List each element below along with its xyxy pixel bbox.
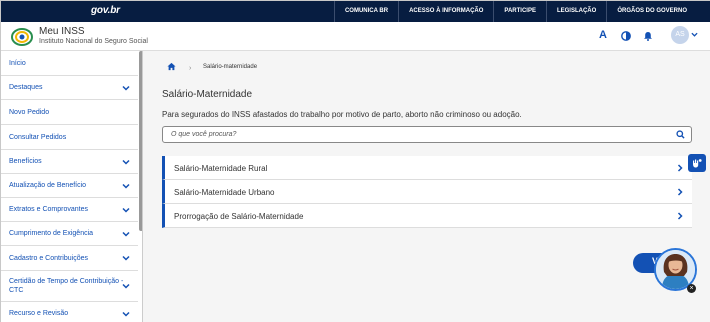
chevron-down-icon [122,207,130,213]
site-header: Meu INSS Instituto Nacional do Seguro So… [1,22,710,51]
gov-links: COMUNICA BR ACESSO À INFORMAÇÃO PARTICIP… [333,1,697,22]
contrast-icon[interactable] [621,31,631,41]
sidebar-item-beneficios[interactable]: Benefícios [1,150,138,174]
sidebar-item-label: Benefícios [9,158,42,165]
sidebar-item-label: Início [9,59,26,67]
govbr-logo[interactable]: gov.br [91,5,120,16]
search-placeholder: O que você procura? [171,131,237,138]
close-icon[interactable]: × [687,284,696,293]
gov-bar: gov.br COMUNICA BR ACESSO À INFORMAÇÃO P… [1,1,710,22]
search-icon[interactable] [676,130,685,139]
sidebar-item-extratos[interactable]: Extratos e Comprovantes [1,198,138,222]
chevron-down-icon [122,311,130,317]
inss-logo-icon[interactable] [11,28,33,46]
sidebar-item-label: Extratos e Comprovantes [9,206,88,213]
avatar[interactable]: AS [671,26,689,44]
app-subtitle: Instituto Nacional do Seguro Social [39,38,148,45]
page-title: Salário-Maternidade [162,89,253,100]
gov-link-acesso[interactable]: ACESSO À INFORMAÇÃO [398,1,493,22]
sidebar-item-cadastro[interactable]: Cadastro e Contribuições [1,246,138,271]
sidebar-item-label: Certidão de Tempo de Contribuição - CTC [9,278,124,294]
option-label: Prorrogação de Salário-Maternidade [174,212,304,221]
sidebar-item-label: Novo Pedido [9,108,50,116]
bell-icon[interactable] [643,31,653,41]
option-label: Salário-Maternidade Rural [174,164,268,173]
chevron-down-icon [122,85,130,91]
gov-link-comunica[interactable]: COMUNICA BR [333,1,398,22]
sidebar-item-label: Cadastro e Contribuições [9,254,88,262]
sidebar-item-exigencia[interactable]: Cumprimento de Exigência [1,222,138,246]
font-size-icon[interactable]: A [599,29,607,41]
sidebar-item-label: Cumprimento de Exigência [9,230,94,237]
sidebar-item-inicio[interactable]: Início [1,51,138,76]
gov-link-orgaos[interactable]: ÓRGÃOS DO GOVERNO [606,1,697,22]
chevron-right-icon [677,164,683,172]
chevron-down-icon [122,231,130,237]
breadcrumb-current: Salário-maternidade [203,64,258,70]
main-content: › Salário-maternidade Salário-Maternidad… [143,51,710,322]
assistant-portrait-icon [656,250,695,289]
page-description: Para segurados do INSS afastados do trab… [162,110,522,119]
breadcrumb-separator-icon: › [189,65,192,72]
chevron-down-icon[interactable] [691,31,698,38]
sign-language-button[interactable] [688,154,706,172]
gov-link-participe[interactable]: PARTICIPE [493,1,546,22]
chevron-down-icon [122,255,130,261]
option-label: Salário-Maternidade Urbano [174,188,275,197]
chevron-down-icon [122,283,130,289]
sidebar-item-recurso[interactable]: Recurso e Revisão [1,302,138,322]
option-prorrogacao[interactable]: Prorrogação de Salário-Maternidade [162,204,692,228]
sidebar-item-atualizacao[interactable]: Atualização de Benefício [1,174,138,198]
search-input[interactable]: O que você procura? [162,126,692,143]
hands-icon [693,159,702,168]
sidebar-item-label: Recurso e Revisão [9,310,69,317]
sidebar-item-novo-pedido[interactable]: Novo Pedido [1,100,138,125]
sidebar: Início Destaques Novo Pedido Consultar P… [1,51,143,322]
app-title[interactable]: Meu INSS [39,26,85,37]
sidebar-item-label: Atualização de Benefício [9,182,87,189]
sidebar-item-label: Consultar Pedidos [9,133,67,141]
chevron-down-icon [122,159,130,165]
chevron-right-icon [677,212,683,220]
chevron-down-icon [122,183,130,189]
sidebar-item-consultar-pedidos[interactable]: Consultar Pedidos [1,125,138,150]
home-icon[interactable] [167,62,176,71]
sidebar-item-label: Destaques [9,84,43,91]
option-salario-maternidade-urbano[interactable]: Salário-Maternidade Urbano [162,180,692,204]
option-salario-maternidade-rural[interactable]: Salário-Maternidade Rural [162,156,692,180]
chevron-right-icon [677,188,683,196]
sidebar-item-destaques[interactable]: Destaques [1,76,138,100]
sidebar-item-ctc[interactable]: Certidão de Tempo de Contribuição - CTC [1,271,138,302]
gov-link-legislacao[interactable]: LEGISLAÇÃO [545,1,606,22]
